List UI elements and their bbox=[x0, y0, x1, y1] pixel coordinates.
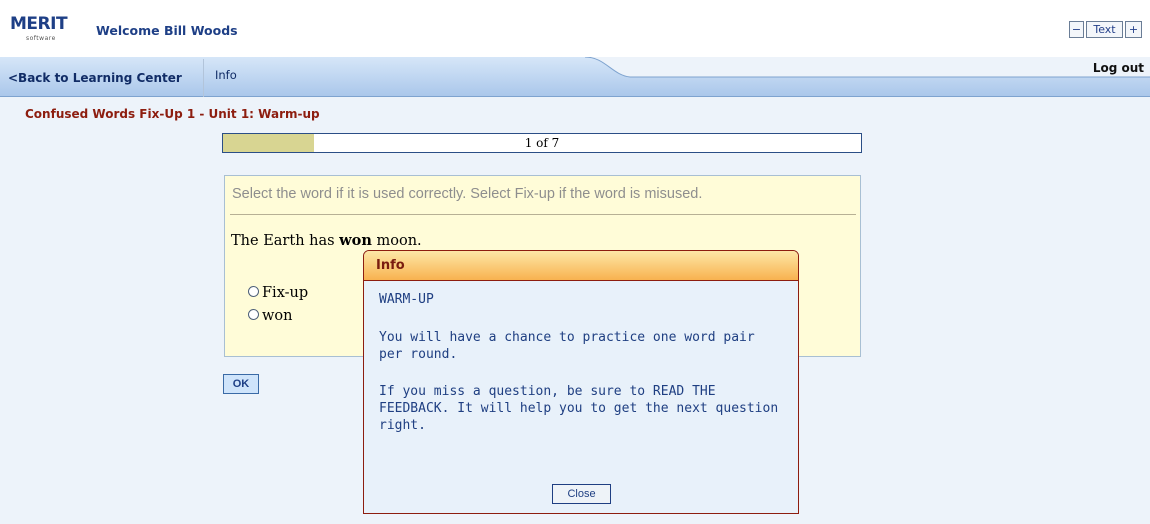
option-label: won bbox=[262, 308, 293, 324]
question-instruction: Select the word if it is used correctly.… bbox=[232, 186, 703, 202]
sentence-before: The Earth has bbox=[231, 233, 340, 249]
dialog-paragraph-1: You will have a chance to practice one w… bbox=[379, 330, 755, 362]
nav-divider bbox=[203, 59, 204, 97]
ok-button[interactable]: OK bbox=[223, 374, 259, 394]
progress-label: 1 of 7 bbox=[524, 136, 560, 150]
text-increase-button[interactable]: + bbox=[1125, 21, 1142, 38]
close-button[interactable]: Close bbox=[552, 484, 611, 504]
dialog-paragraph-2: If you miss a question, be sure to READ … bbox=[379, 384, 779, 433]
text-size-label[interactable]: Text bbox=[1086, 21, 1123, 38]
text-decrease-button[interactable]: − bbox=[1069, 21, 1084, 38]
option-fix-up[interactable]: Fix-up bbox=[248, 285, 308, 301]
nav-bar: <Back to Learning Center Info Log out bbox=[0, 57, 1150, 97]
info-tab[interactable]: Info bbox=[215, 68, 237, 82]
logo-word: MERIT bbox=[10, 14, 68, 34]
header: MERIT software Welcome Bill Woods − Text… bbox=[0, 0, 1150, 58]
logout-link[interactable]: Log out bbox=[1093, 61, 1144, 75]
sentence-after: moon. bbox=[371, 233, 422, 249]
question-sentence: The Earth has won moon. bbox=[231, 232, 422, 249]
lesson-title: Confused Words Fix-Up 1 - Unit 1: Warm-u… bbox=[25, 107, 320, 121]
sentence-target-word: won bbox=[339, 232, 372, 249]
back-to-learning-center-link[interactable]: <Back to Learning Center bbox=[8, 71, 182, 85]
option-label: Fix-up bbox=[262, 285, 309, 301]
merit-logo: MERIT software bbox=[10, 14, 72, 46]
dialog-title: Info bbox=[376, 258, 405, 273]
radio-button[interactable] bbox=[248, 308, 259, 320]
radio-button[interactable] bbox=[248, 285, 259, 297]
welcome-text: Welcome Bill Woods bbox=[96, 23, 238, 38]
option-won[interactable]: won bbox=[248, 308, 292, 324]
info-dialog: Info WARM-UP You will have a chance to p… bbox=[363, 250, 799, 514]
question-divider bbox=[230, 214, 856, 215]
logo-tagline: software bbox=[26, 35, 56, 42]
progress-bar: 1 of 7 bbox=[222, 133, 862, 153]
dialog-title-bar: Info bbox=[364, 251, 798, 281]
app-window: MERIT software Welcome Bill Woods − Text… bbox=[0, 0, 1150, 524]
dialog-heading: WARM-UP bbox=[379, 292, 434, 307]
